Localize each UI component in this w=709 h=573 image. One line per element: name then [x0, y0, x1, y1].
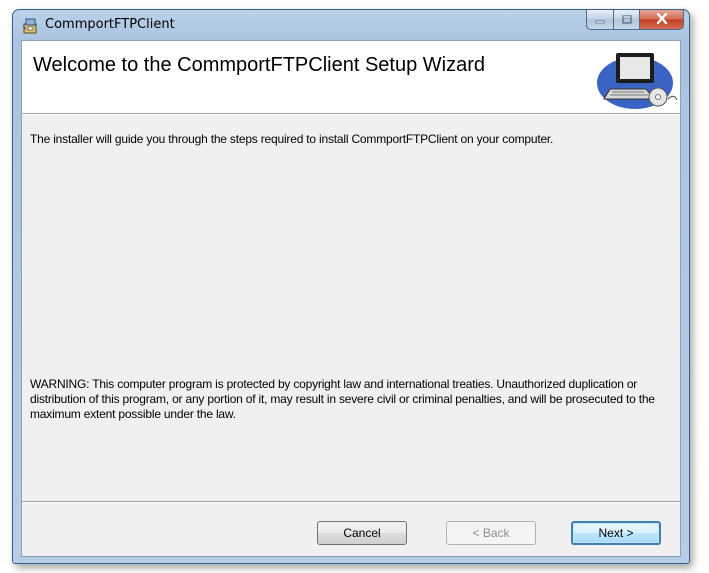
- window-title: CommportFTPClient: [45, 17, 175, 32]
- banner-title: Welcome to the CommportFTPClient Setup W…: [33, 54, 486, 76]
- banner-divider: [22, 114, 680, 115]
- copyright-warning: WARNING: This computer program is protec…: [30, 377, 655, 421]
- title-bar[interactable]: CommportFTPClient: [13, 10, 689, 40]
- intro-text: The installer will guide you through the…: [30, 132, 554, 146]
- computer-with-disc-icon: [580, 43, 680, 111]
- maximize-icon: [622, 11, 632, 29]
- wizard-banner: Welcome to the CommportFTPClient Setup W…: [22, 41, 680, 114]
- maximize-button[interactable]: [614, 10, 640, 30]
- next-button[interactable]: Next >: [571, 521, 661, 545]
- close-icon: [656, 11, 668, 29]
- footer-separator-highlight: [22, 502, 680, 503]
- setup-window: CommportFTPClient Welcome to the Commpor…: [12, 9, 690, 564]
- wizard-client-area: Welcome to the CommportFTPClient Setup W…: [21, 40, 681, 557]
- minimize-button[interactable]: [586, 10, 614, 30]
- minimize-icon: [595, 11, 605, 29]
- caption-buttons: [586, 10, 684, 30]
- cancel-button[interactable]: Cancel: [317, 521, 407, 545]
- installer-package-icon: [22, 17, 39, 34]
- close-button[interactable]: [640, 10, 684, 30]
- back-button[interactable]: < Back: [446, 521, 536, 545]
